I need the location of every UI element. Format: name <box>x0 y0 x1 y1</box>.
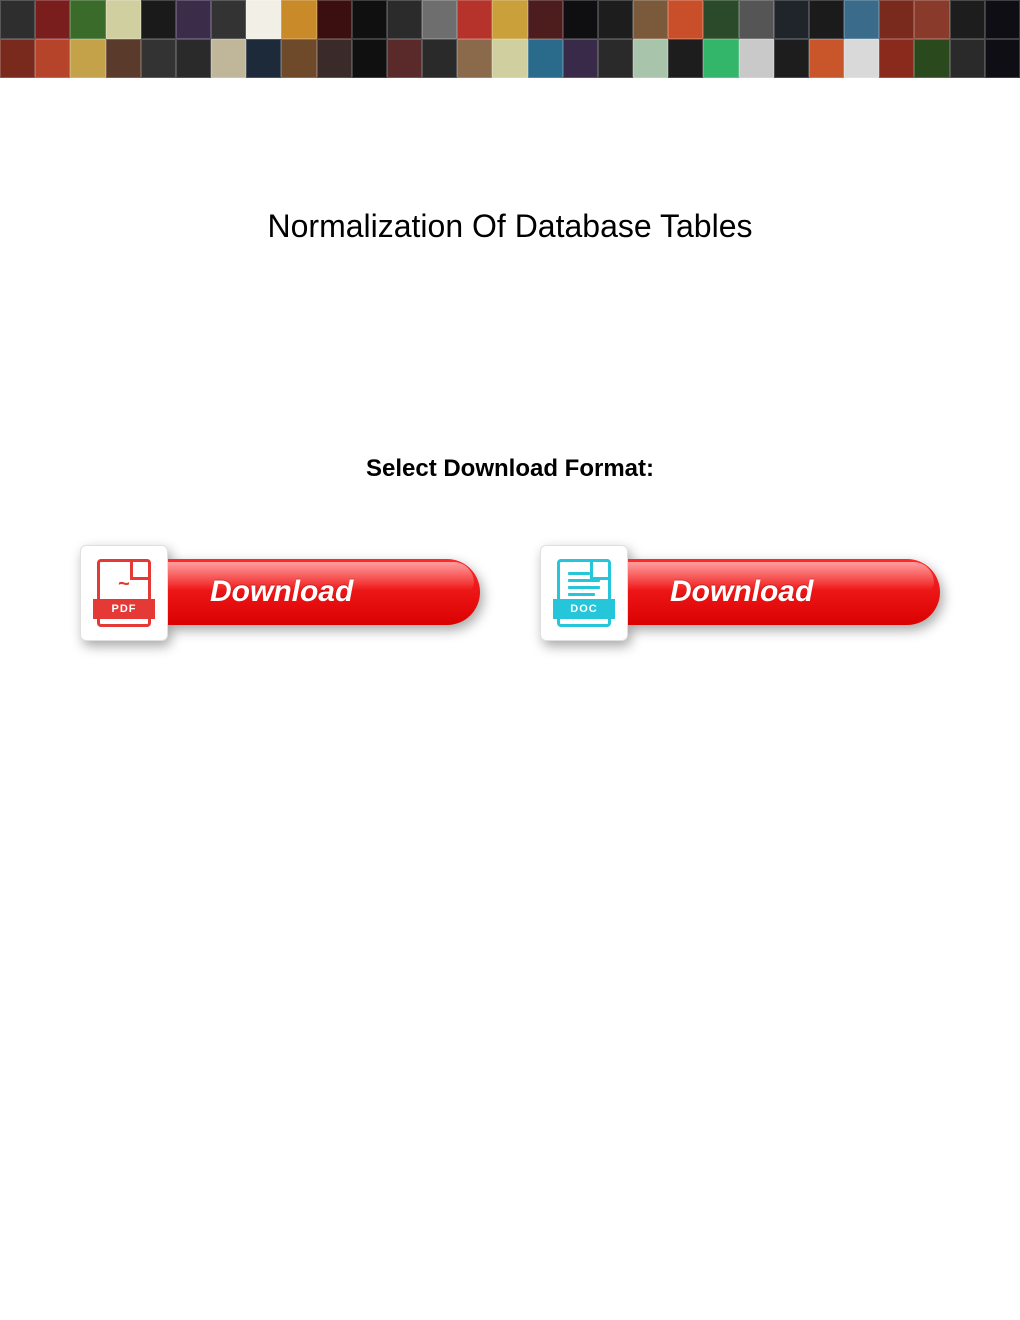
banner-tile <box>317 0 352 39</box>
banner-tile <box>703 39 738 78</box>
banner-tile <box>950 0 985 39</box>
banner-tile <box>492 0 527 39</box>
banner-tile <box>141 39 176 78</box>
banner-tile <box>0 0 35 39</box>
banner-tile <box>246 0 281 39</box>
banner-tile <box>633 39 668 78</box>
banner-tile <box>246 39 281 78</box>
download-doc-button[interactable]: Download DOC <box>540 551 940 639</box>
banner-tile <box>879 39 914 78</box>
banner-tile <box>176 0 211 39</box>
banner-tile <box>352 39 387 78</box>
banner-tile <box>141 0 176 39</box>
pdf-file-icon: ~ PDF <box>97 559 151 627</box>
download-pdf-button[interactable]: Download ~ PDF <box>80 551 480 639</box>
banner-tile <box>598 0 633 39</box>
banner-tile <box>528 0 563 39</box>
doc-badge-text: DOC <box>553 599 615 619</box>
banner-tile <box>563 39 598 78</box>
banner-tile <box>352 0 387 39</box>
banner-tile <box>422 0 457 39</box>
banner-tile <box>457 39 492 78</box>
pdf-badge-text: PDF <box>93 599 155 619</box>
banner-tile <box>422 39 457 78</box>
banner-tile <box>281 39 316 78</box>
download-pdf-label: Download <box>210 575 353 609</box>
pdf-badge: ~ PDF <box>80 545 168 641</box>
banner-tile <box>774 39 809 78</box>
banner-tile <box>739 39 774 78</box>
banner-tile <box>106 39 141 78</box>
banner-tile <box>985 0 1020 39</box>
banner-tile <box>598 39 633 78</box>
banner-tile <box>70 0 105 39</box>
banner-tile <box>809 39 844 78</box>
page-title: Normalization Of Database Tables <box>0 208 1020 245</box>
banner-tile <box>211 39 246 78</box>
banner-tile <box>211 0 246 39</box>
banner-tile <box>35 39 70 78</box>
banner-tile <box>70 39 105 78</box>
banner-tile <box>0 39 35 78</box>
banner-tile <box>563 0 598 39</box>
banner-tile <box>176 39 211 78</box>
banner-tile <box>985 39 1020 78</box>
banner-tile <box>914 39 949 78</box>
banner-tile <box>317 39 352 78</box>
banner-tile <box>457 0 492 39</box>
banner-tile <box>950 39 985 78</box>
banner-tile <box>809 0 844 39</box>
download-buttons-row: Download ~ PDF Download DOC <box>0 551 1020 639</box>
header-banner <box>0 0 1020 78</box>
download-doc-pill: Download <box>580 559 940 625</box>
banner-tile <box>387 39 422 78</box>
banner-tile <box>914 0 949 39</box>
banner-tile <box>844 39 879 78</box>
banner-tile <box>703 0 738 39</box>
doc-file-icon: DOC <box>557 559 611 627</box>
download-doc-label: Download <box>670 575 813 609</box>
banner-tile <box>879 0 914 39</box>
banner-tile <box>281 0 316 39</box>
doc-badge: DOC <box>540 545 628 641</box>
banner-tile <box>668 0 703 39</box>
banner-tile <box>492 39 527 78</box>
banner-tile <box>528 39 563 78</box>
select-format-label: Select Download Format: <box>0 455 1020 483</box>
banner-tile <box>844 0 879 39</box>
banner-tile <box>35 0 70 39</box>
banner-tile <box>387 0 422 39</box>
banner-tile <box>668 39 703 78</box>
banner-tile <box>774 0 809 39</box>
download-pdf-pill: Download <box>120 559 480 625</box>
banner-tile <box>106 0 141 39</box>
banner-tile <box>739 0 774 39</box>
banner-tile <box>633 0 668 39</box>
